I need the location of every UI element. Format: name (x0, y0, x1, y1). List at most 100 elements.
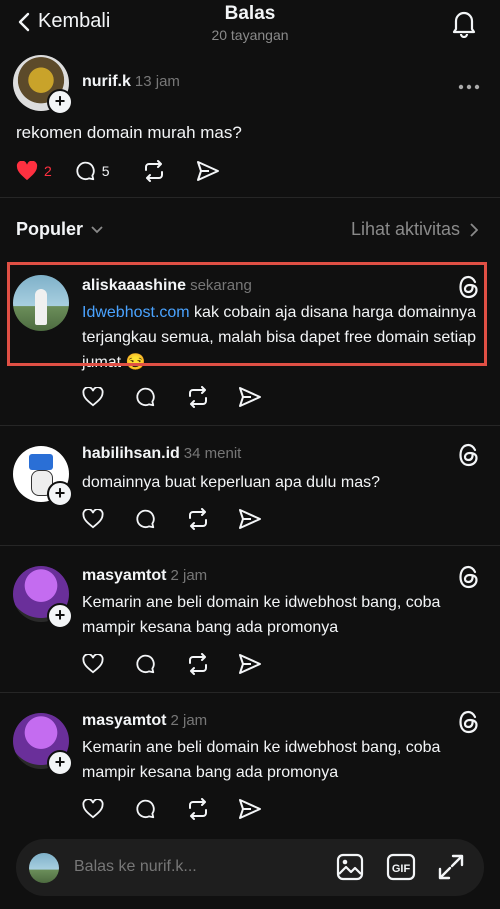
reply-header: masyamtot 2 jam (82, 567, 207, 585)
like-button[interactable] (82, 509, 104, 529)
chevron-right-icon (470, 222, 478, 237)
repost-button[interactable] (186, 508, 210, 530)
like-button[interactable]: 2 (16, 161, 52, 181)
expand-icon (438, 854, 464, 880)
timestamp: 13 jam (134, 73, 180, 90)
comment-button[interactable] (134, 798, 156, 820)
comment-count: 5 (101, 163, 110, 179)
reply-text: Kemarin ane beli domain ke idwebhost ban… (82, 594, 441, 636)
timestamp: 2 jam (170, 712, 208, 729)
username[interactable]: habilihsan.id (82, 445, 180, 462)
sort-label: Populer (16, 219, 84, 239)
header: Kembali Balas 20 tayangan (0, 0, 500, 50)
repost-button[interactable] (142, 160, 166, 182)
notification-button[interactable] (450, 8, 478, 43)
comment-button[interactable] (134, 508, 156, 530)
like-button[interactable] (82, 387, 104, 407)
chevron-down-icon (91, 225, 103, 233)
comment-icon (136, 387, 155, 407)
avatar (29, 853, 59, 883)
page-title: Balas (224, 3, 276, 24)
username[interactable]: masyamtot (82, 712, 166, 729)
threads-icon (459, 710, 478, 734)
reply-text: domainnya buat keperluan apa dulu mas? (82, 474, 380, 491)
repost-icon (189, 798, 207, 820)
like-button[interactable] (82, 654, 104, 674)
share-button[interactable] (238, 653, 262, 675)
follow-button[interactable]: + (47, 750, 73, 776)
follow-button[interactable]: + (47, 481, 73, 507)
threads-icon (459, 565, 478, 589)
post-text: rekomen domain murah mas? (16, 123, 242, 142)
threads-icon (459, 443, 478, 467)
gif-icon: GIF (386, 853, 416, 881)
send-icon (239, 799, 261, 819)
view-count: 20 tayangan (211, 27, 289, 43)
repost-button[interactable] (186, 798, 210, 820)
reply-actions (82, 508, 284, 530)
reply-header: habilihsan.id 34 menit (82, 445, 241, 463)
comment-icon (136, 799, 155, 819)
reply-text: Kemarin ane beli domain ke idwebhost ban… (82, 739, 441, 781)
repost-button[interactable] (186, 386, 210, 408)
reply-header: masyamtot 2 jam (82, 712, 207, 730)
post-actions: 2 5 (16, 160, 242, 182)
more-options-icon (458, 84, 480, 90)
heart-filled-icon (16, 161, 38, 181)
heart-icon (82, 654, 104, 674)
comment-button[interactable] (134, 653, 156, 675)
svg-text:GIF: GIF (392, 863, 411, 875)
reply-actions (82, 798, 284, 820)
heart-icon (82, 799, 104, 819)
send-icon (239, 509, 261, 529)
timestamp: 34 menit (183, 445, 242, 462)
comment-icon (76, 161, 95, 181)
reply-input[interactable]: Balas ke nurif.k... (74, 858, 197, 876)
username[interactable]: nurif.k (82, 73, 131, 90)
expand-button[interactable] (437, 853, 465, 886)
heart-icon (82, 509, 104, 529)
share-button[interactable] (238, 508, 262, 530)
timestamp: 2 jam (170, 567, 208, 584)
repost-icon (189, 508, 207, 530)
activity-link[interactable]: Lihat aktivitas (351, 219, 478, 240)
repost-icon (144, 160, 163, 182)
share-button[interactable] (196, 160, 220, 182)
post-header: nurif.k 13 jam (82, 73, 180, 91)
comment-icon (136, 509, 155, 529)
comment-button[interactable] (134, 386, 156, 408)
send-icon (239, 387, 261, 407)
send-icon (196, 161, 219, 181)
comment-button[interactable]: 5 (74, 160, 110, 182)
bell-icon (452, 11, 476, 39)
share-button[interactable] (238, 798, 262, 820)
divider (0, 425, 500, 426)
threads-logo-button[interactable] (458, 443, 480, 472)
sort-bar: Populer Lihat aktivitas (0, 210, 500, 248)
image-button[interactable] (336, 853, 364, 886)
comment-icon (136, 654, 155, 674)
heart-icon (82, 387, 104, 407)
activity-label: Lihat aktivitas (350, 219, 460, 239)
repost-icon (189, 386, 207, 408)
sort-dropdown[interactable]: Populer (16, 219, 103, 240)
more-button[interactable] (458, 77, 480, 95)
gif-button[interactable]: GIF (386, 853, 416, 886)
highlight-box (7, 262, 487, 366)
reply-actions (82, 653, 284, 675)
repost-button[interactable] (186, 653, 210, 675)
reply-actions (82, 386, 284, 408)
repost-icon (189, 653, 207, 675)
username[interactable]: masyamtot (82, 567, 166, 584)
like-count: 2 (44, 163, 52, 179)
reply-composer[interactable]: Balas ke nurif.k... GIF (16, 839, 484, 896)
follow-button[interactable]: + (47, 603, 73, 629)
image-icon (336, 853, 364, 881)
divider (0, 545, 500, 546)
divider (0, 692, 500, 693)
share-button[interactable] (238, 386, 262, 408)
follow-button[interactable]: + (47, 89, 73, 115)
like-button[interactable] (82, 799, 104, 819)
divider (0, 197, 500, 198)
send-icon (239, 654, 261, 674)
